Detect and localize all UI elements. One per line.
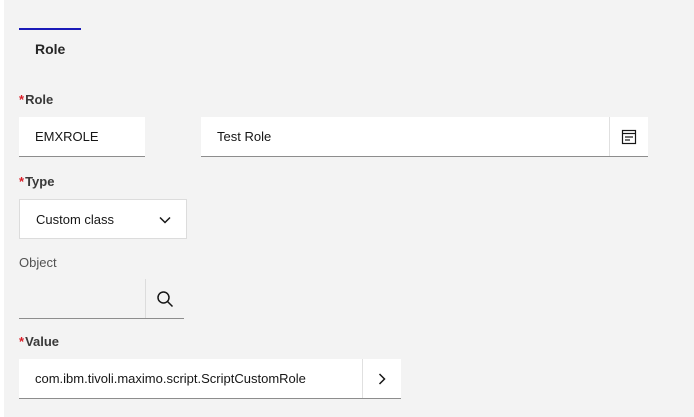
required-marker: * [19, 174, 25, 189]
type-select[interactable]: Custom class [19, 199, 187, 239]
chevron-down-icon [158, 213, 172, 227]
value-navigate-button[interactable] [362, 359, 401, 398]
role-input[interactable]: EMXROLE [19, 117, 145, 157]
role-input-value: EMXROLE [35, 129, 99, 144]
required-marker: * [19, 92, 25, 107]
left-panel-edge [0, 0, 4, 417]
role-label: *Role [19, 92, 53, 107]
active-tab-indicator [19, 28, 81, 30]
object-input[interactable] [19, 279, 184, 319]
chevron-right-icon [375, 372, 389, 386]
type-select-value: Custom class [36, 211, 115, 227]
object-search-button[interactable] [145, 279, 184, 318]
value-label: *Value [19, 334, 59, 349]
object-label: Object [19, 255, 57, 270]
detail-lookup-icon [621, 129, 637, 145]
role-label-text: Role [25, 92, 54, 107]
search-icon [156, 290, 174, 308]
value-input[interactable]: com.ibm.tivoli.maximo.script.ScriptCusto… [19, 359, 401, 399]
value-label-text: Value [25, 334, 60, 349]
role-description-value: Test Role [217, 129, 272, 144]
type-label-text: Type [25, 174, 55, 189]
required-marker: * [19, 334, 25, 349]
role-description-input[interactable]: Test Role [201, 117, 648, 157]
value-input-value: com.ibm.tivoli.maximo.script.ScriptCusto… [35, 371, 306, 386]
detail-lookup-button[interactable] [609, 117, 648, 156]
section-title: Role [35, 41, 66, 57]
type-label: *Type [19, 174, 54, 189]
